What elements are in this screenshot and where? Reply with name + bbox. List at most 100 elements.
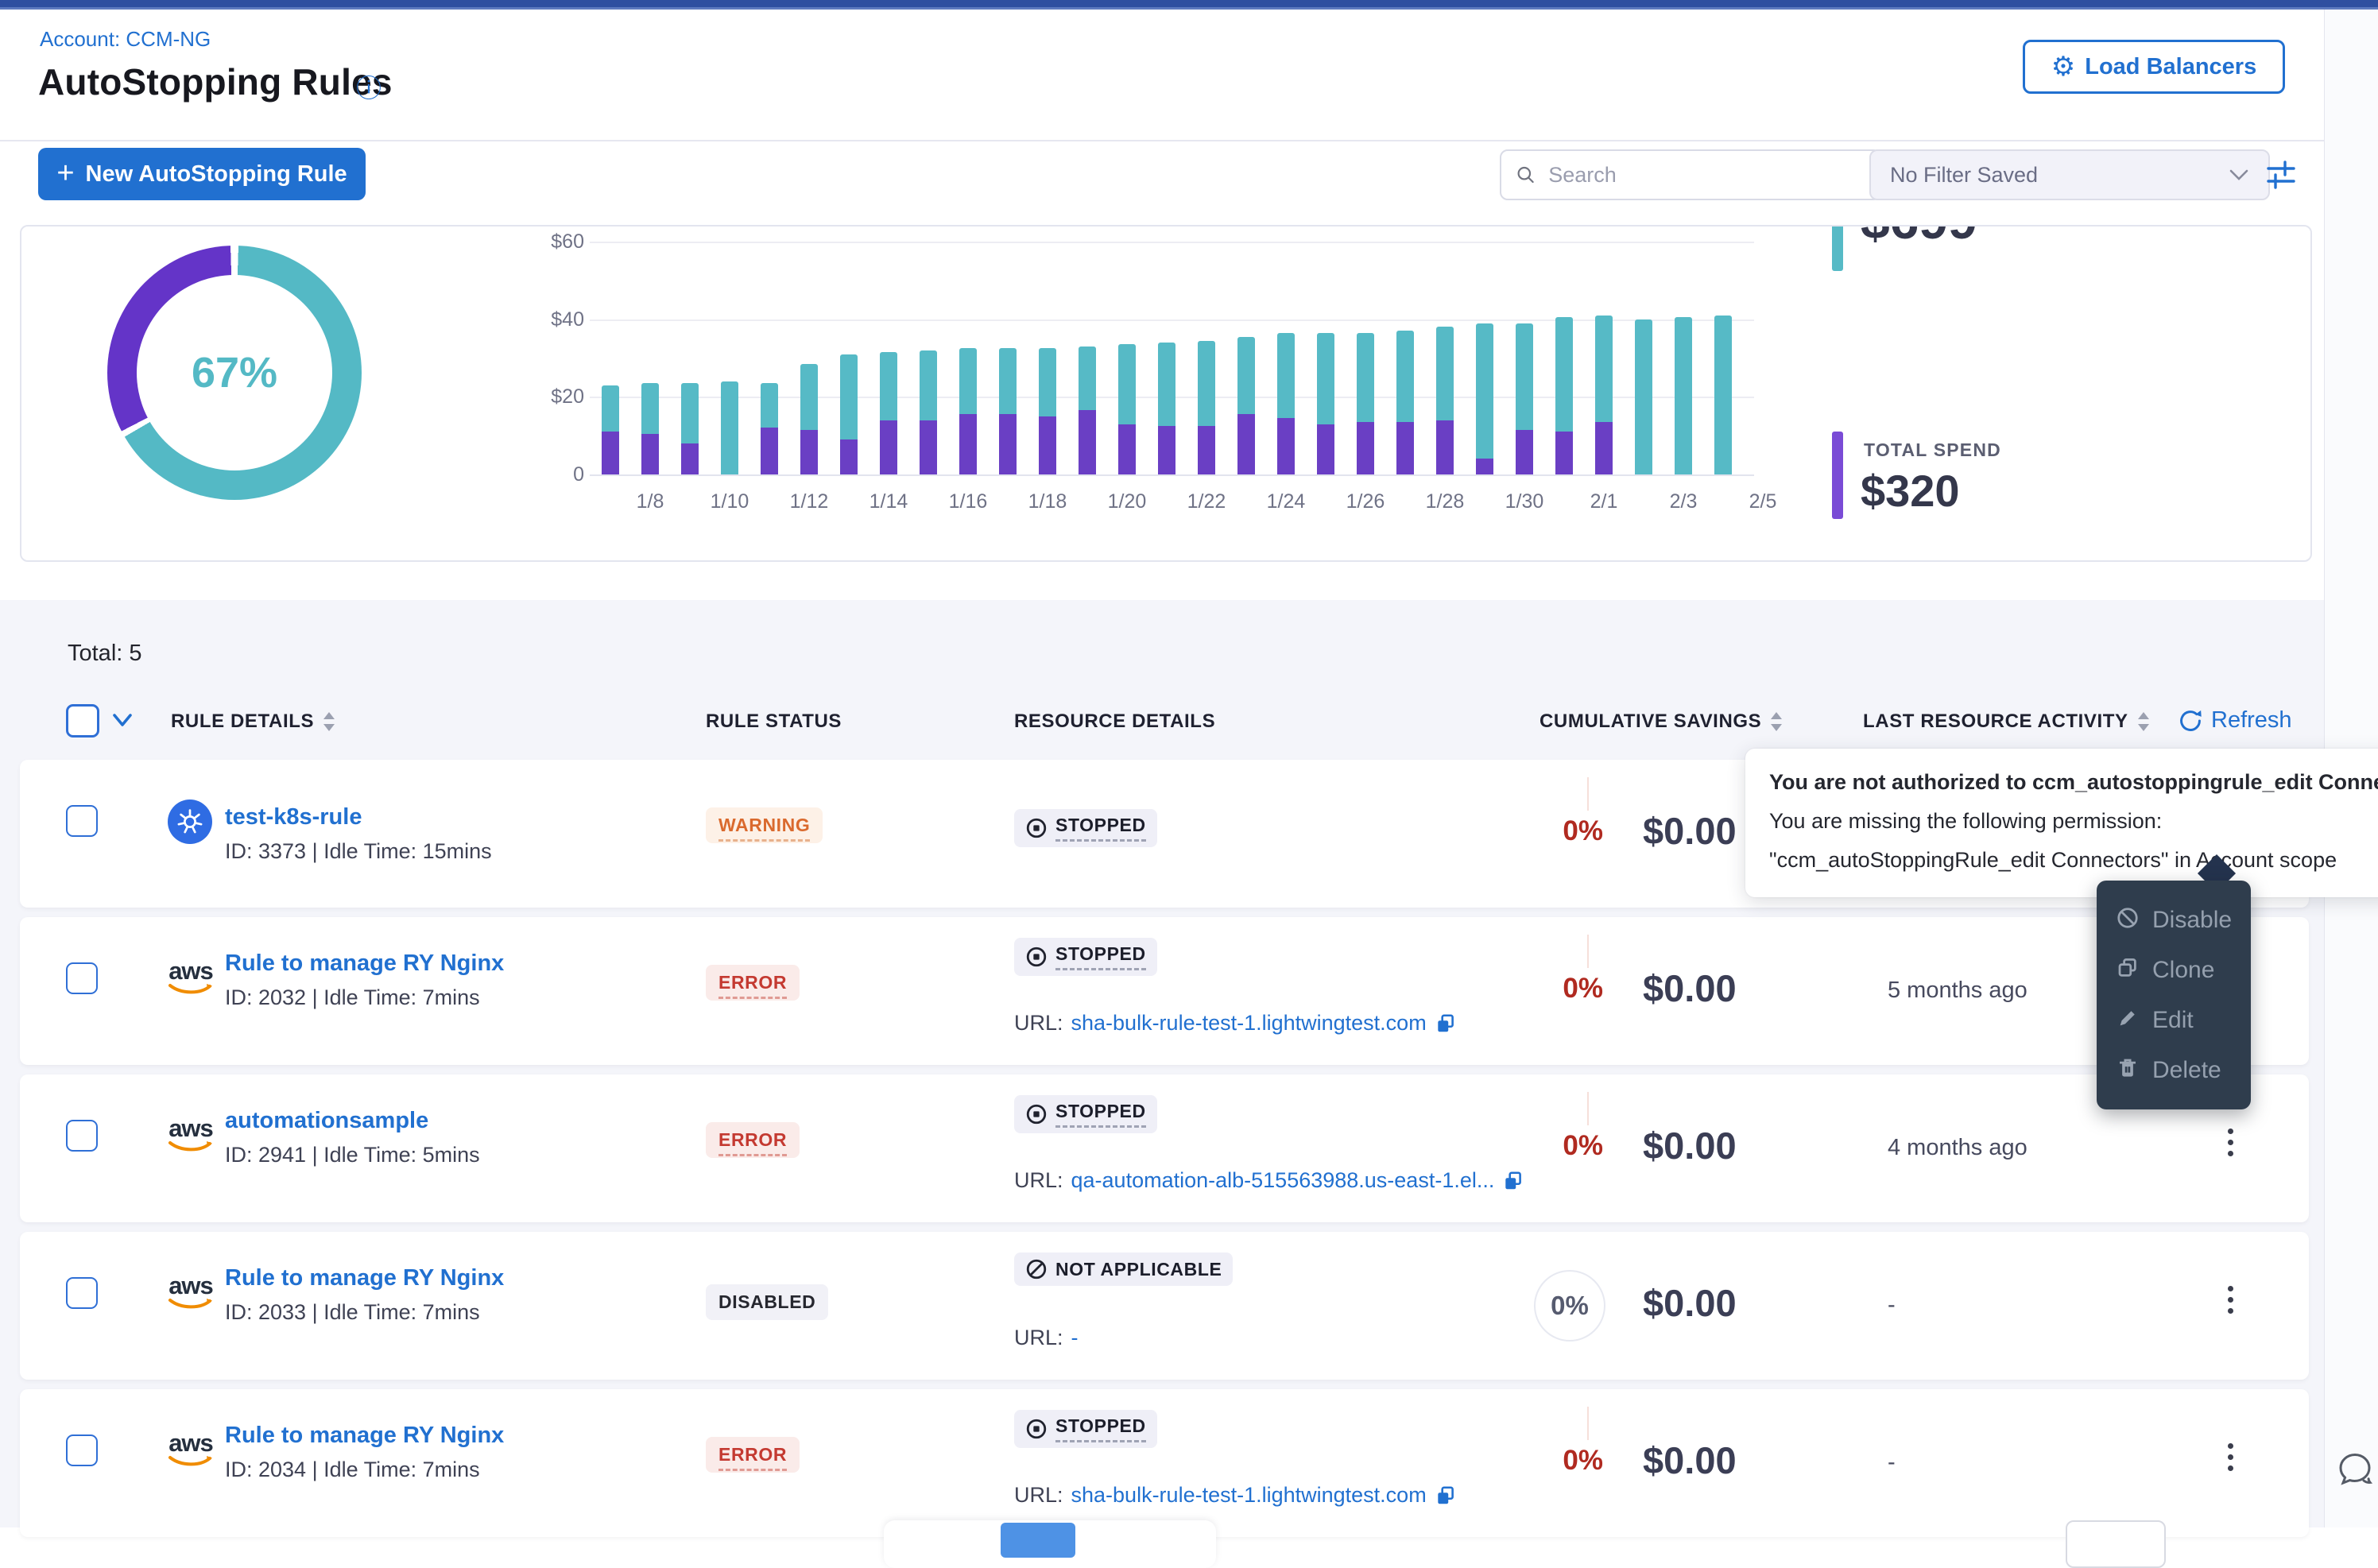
legend-savings-marker <box>1832 225 1843 271</box>
bar-savings-segment <box>880 352 897 420</box>
rule-status-badge: DISABLED <box>706 1284 828 1320</box>
x-axis-tick: 1/24 <box>1250 490 1322 513</box>
row-context-menu: Disable Clone Edit Delete <box>2097 881 2251 1109</box>
copy-icon[interactable] <box>1435 1012 1457 1035</box>
savings-percent: 0% <box>1530 1130 1603 1162</box>
resource-url-link[interactable]: sha-bulk-rule-test-1.lightwingtest.com <box>1071 1483 1427 1508</box>
y-axis-tick: $40 <box>529 308 584 331</box>
bar-savings-segment <box>1118 344 1136 424</box>
menu-item-delete[interactable]: Delete <box>2097 1045 2251 1095</box>
stacked-bar <box>920 350 937 474</box>
stacked-bar <box>1317 333 1334 474</box>
resource-url-link[interactable]: qa-automation-alb-515563988.us-east-1.el… <box>1071 1168 1495 1193</box>
gridline <box>590 319 1754 321</box>
sort-icon[interactable] <box>322 710 336 733</box>
bar-spend-segment <box>761 428 778 474</box>
resource-url-link[interactable]: sha-bulk-rule-test-1.lightwingtest.com <box>1071 1011 1427 1036</box>
load-balancers-button[interactable]: ⚙ Load Balancers <box>2023 40 2285 94</box>
bar-savings-segment <box>1714 316 1732 474</box>
row-checkbox[interactable] <box>66 1120 98 1152</box>
menu-item-edit[interactable]: Edit <box>2097 995 2251 1045</box>
stopped-icon <box>1025 946 1048 968</box>
rule-name-link[interactable]: Rule to manage RY Nginx <box>225 1423 504 1449</box>
row-checkbox[interactable] <box>66 962 98 994</box>
saved-filter-dropdown[interactable]: No Filter Saved <box>1869 149 2270 200</box>
row-checkbox[interactable] <box>66 1434 98 1466</box>
bar-savings-segment <box>1158 343 1175 426</box>
bar-spend-segment <box>840 439 858 474</box>
chat-bubble-icon[interactable] <box>2333 1448 2376 1491</box>
row-checkbox[interactable] <box>66 805 98 837</box>
provider-icon-wrap: aws <box>168 1273 214 1311</box>
savings-gauge-needle <box>1587 1407 1589 1440</box>
info-icon[interactable]: ⓘ <box>356 68 381 105</box>
bar-savings-segment <box>641 383 659 433</box>
copy-icon[interactable] <box>1435 1485 1457 1507</box>
row-menu-kebab-icon[interactable] <box>2223 1438 2238 1476</box>
bar-savings-segment <box>721 381 738 474</box>
url-label: URL: <box>1014 1483 1063 1508</box>
x-axis-tick: 1/8 <box>614 490 686 513</box>
bar-savings-segment <box>1635 319 1652 474</box>
kubernetes-icon <box>168 799 212 844</box>
y-axis-tick: $60 <box>529 230 584 254</box>
stacked-bar <box>1555 317 1573 474</box>
resource-url: URL:qa-automation-alb-515563988.us-east-… <box>1014 1168 1524 1193</box>
select-all-checkbox[interactable] <box>66 704 99 738</box>
filter-icon[interactable] <box>2264 159 2299 191</box>
row-menu-kebab-icon[interactable] <box>2223 1124 2238 1161</box>
legend-spend-marker <box>1832 432 1843 519</box>
provider-icon-wrap: aws <box>168 958 214 996</box>
row-checkbox[interactable] <box>66 1277 98 1309</box>
menu-item-clone[interactable]: Clone <box>2097 945 2251 995</box>
rule-meta: ID: 3373 | Idle Time: 15mins <box>225 839 492 864</box>
bar-savings-segment <box>959 348 977 414</box>
bar-spend-segment <box>1516 430 1533 474</box>
pagination-active-page[interactable] <box>1001 1523 1075 1558</box>
chevron-down-icon <box>2229 168 2249 181</box>
stacked-bar <box>1595 316 1613 474</box>
savings-gauge-needle <box>1587 777 1589 811</box>
rule-meta: ID: 2941 | Idle Time: 5mins <box>225 1143 480 1167</box>
bar-savings-segment <box>1198 341 1215 426</box>
sort-icon[interactable] <box>1769 710 1784 733</box>
stacked-bar <box>1357 333 1374 474</box>
bar-savings-segment <box>999 348 1017 414</box>
savings-gauge-needle <box>1587 1092 1589 1125</box>
breadcrumb-account[interactable]: Account: CCM-NG <box>40 27 211 52</box>
rule-name-link[interactable]: Rule to manage RY Nginx <box>225 1265 504 1291</box>
pagination-next-button[interactable] <box>2066 1520 2166 1568</box>
x-axis-tick: 1/14 <box>853 490 924 513</box>
total-savings-value: $699 <box>1861 225 1977 250</box>
new-autostopping-rule-button[interactable]: + New AutoStopping Rule <box>38 148 366 200</box>
stacked-bar <box>1396 331 1414 474</box>
total-count: Total: 5 <box>68 641 142 667</box>
rule-name-link[interactable]: Rule to manage RY Nginx <box>225 950 504 977</box>
copy-icon[interactable] <box>1502 1170 1524 1192</box>
rule-name-link[interactable]: automationsample <box>225 1108 428 1134</box>
search-input[interactable] <box>1547 162 1865 188</box>
stacked-bar <box>1237 337 1255 474</box>
sort-icon[interactable] <box>2136 710 2151 733</box>
resource-url-link[interactable]: - <box>1071 1326 1079 1350</box>
refresh-button[interactable]: Refresh <box>2178 707 2292 734</box>
menu-item-disable[interactable]: Disable <box>2097 895 2251 945</box>
row-menu-kebab-icon[interactable] <box>2223 1281 2238 1318</box>
savings-amount: $0.00 <box>1643 1438 1737 1482</box>
page-title: AutoStopping Rules <box>38 60 393 103</box>
x-axis-tick: 1/28 <box>1409 490 1481 513</box>
aws-icon: aws <box>168 958 214 996</box>
aws-icon: aws <box>168 1273 214 1311</box>
summary-chart-card: 67% $699 TOTAL SPEND $320 0$20$40$601/81… <box>20 225 2312 562</box>
total-spend-label: TOTAL SPEND <box>1864 439 2001 461</box>
rule-name-link[interactable]: test-k8s-rule <box>225 804 362 830</box>
rule-status-badge: ERROR <box>706 1437 800 1473</box>
provider-icon-wrap: aws <box>168 1116 214 1153</box>
expand-all-chevron-icon[interactable] <box>110 712 135 730</box>
bar-savings-segment <box>681 383 699 443</box>
permission-tooltip: You are not authorized to ccm_autostoppi… <box>1745 749 2378 897</box>
savings-gauge: 0% <box>1534 1270 1605 1342</box>
bar-savings-segment <box>920 350 937 420</box>
top-accent-bar-light <box>0 7 2378 10</box>
stacked-bar <box>800 364 818 474</box>
